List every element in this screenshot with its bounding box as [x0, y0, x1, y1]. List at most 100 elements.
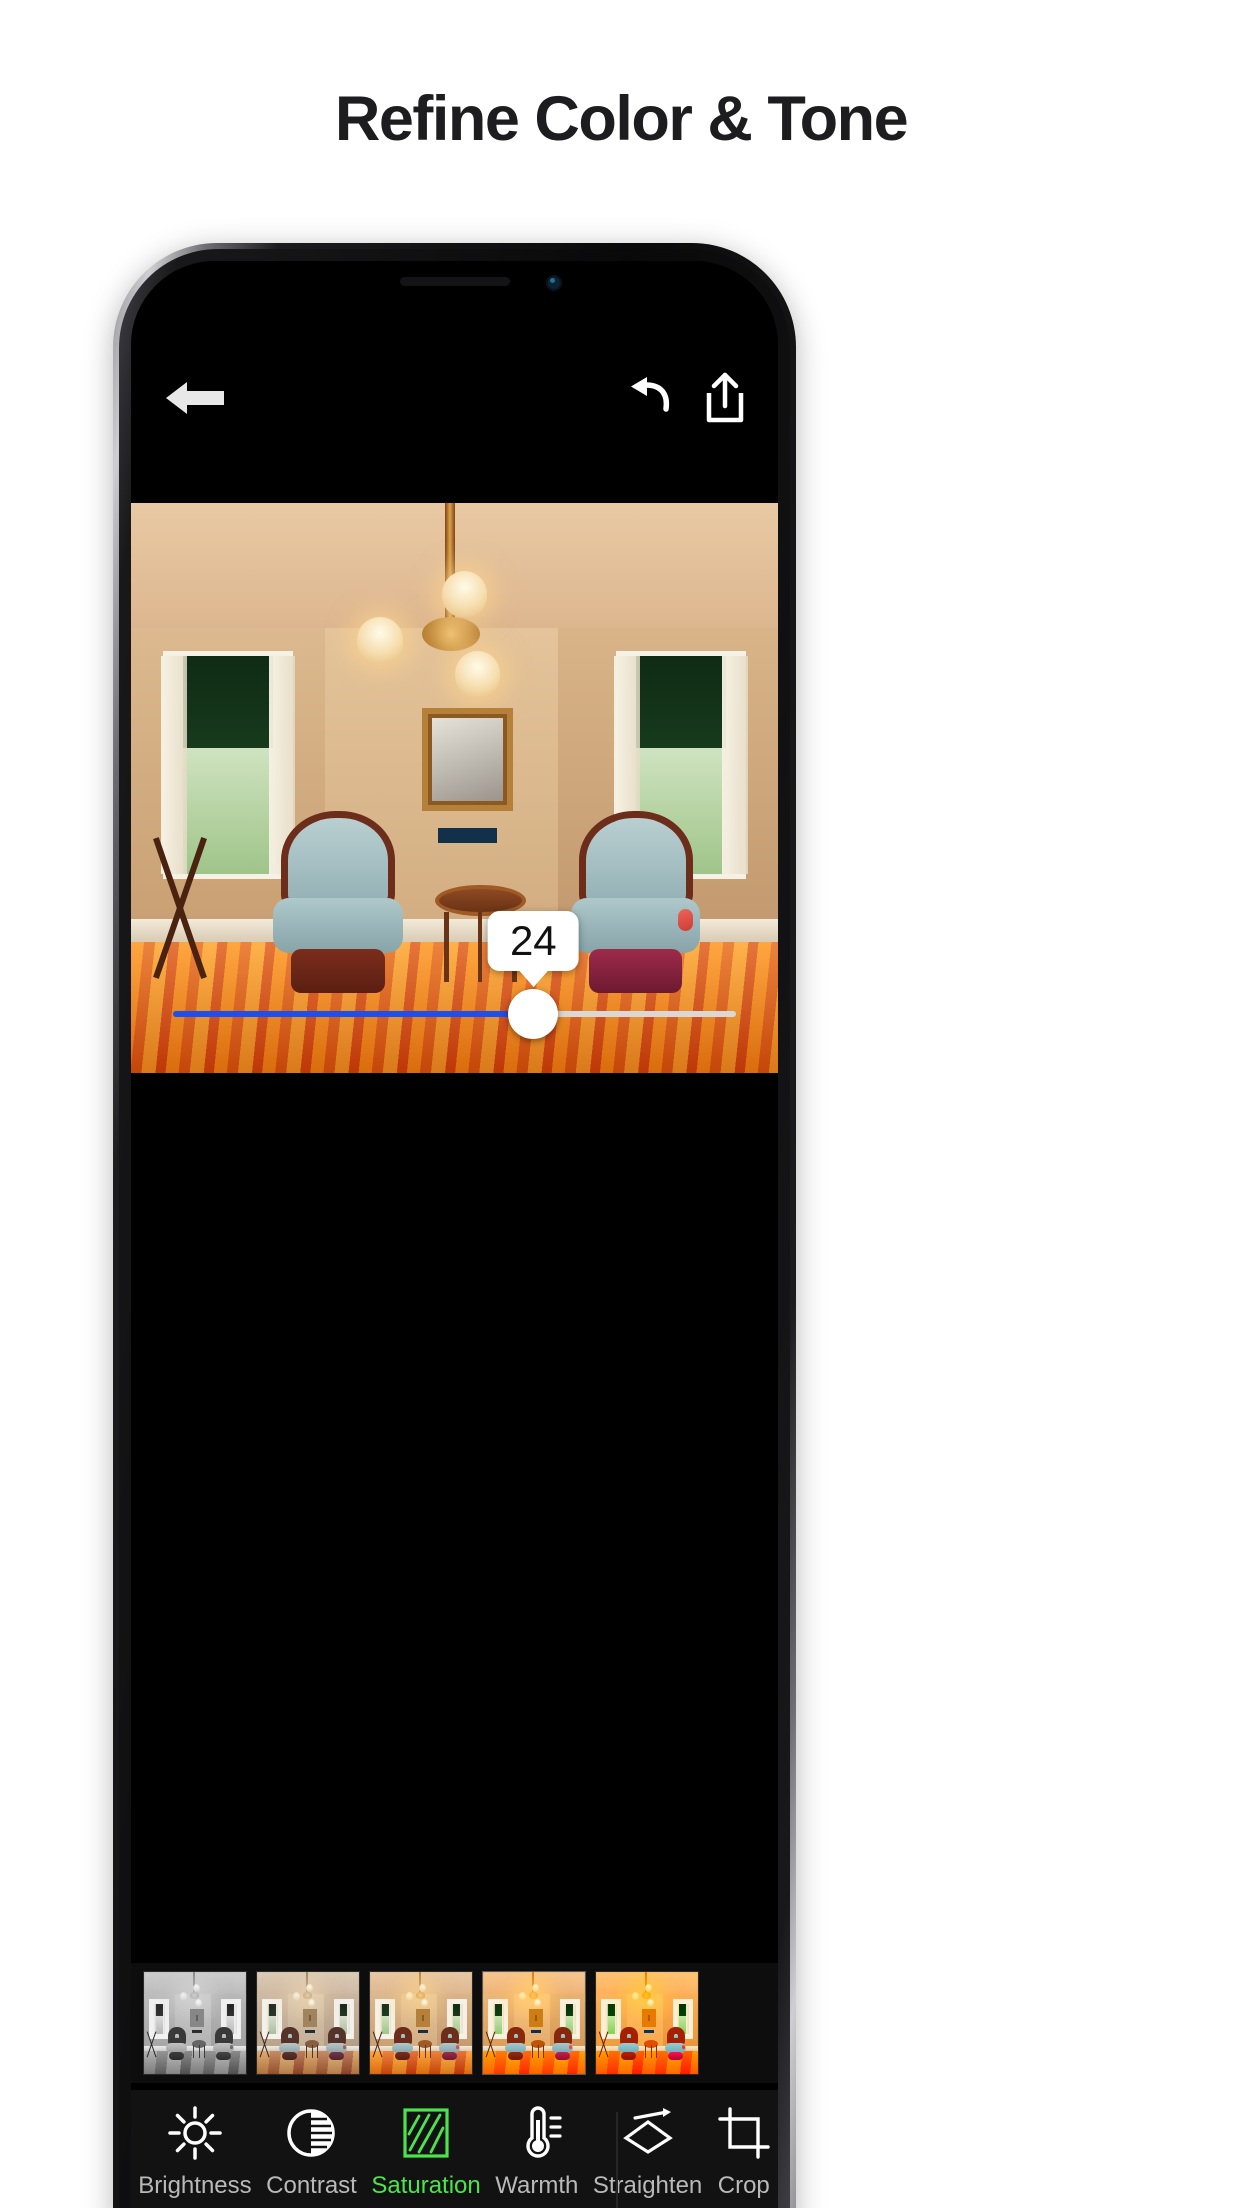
chandelier-bulb [405, 1992, 413, 2001]
folding-side-table [259, 2031, 270, 2058]
toolbar-item-warmth[interactable]: Warmth [488, 2106, 586, 2199]
slider-fill [173, 1011, 534, 1017]
adjustments-toolbar: Brightness Contrast Saturation Warmth St… [131, 2088, 778, 2208]
round-side-table [643, 2040, 659, 2058]
slider-value: 24 [509, 917, 557, 964]
window-shade [182, 656, 274, 748]
toolbar-item-saturation[interactable]: Saturation [364, 2106, 488, 2199]
page-root: Refine Color & Tone 24 Brightness Contra… [0, 0, 1242, 2208]
brightness-icon [168, 2106, 222, 2160]
red-pillow [456, 2044, 459, 2049]
wall-picture-frame [528, 2008, 544, 2028]
red-pillow [682, 2044, 685, 2049]
curtain [347, 2003, 350, 2035]
armchair-left [392, 2027, 413, 2060]
share-button[interactable] [694, 365, 756, 431]
toolbar-divider [616, 2112, 618, 2208]
red-pillow [569, 2044, 572, 2049]
chandelier-hub [641, 1992, 652, 1999]
toolbar-item-label: Warmth [495, 2172, 579, 2199]
red-pillow [678, 909, 693, 932]
armchair-right [439, 2027, 460, 2060]
chandelier-hub [415, 1992, 426, 1999]
toolbar-item-label: Saturation [371, 2172, 481, 2199]
folding-side-table [598, 2031, 609, 2058]
chandelier-hub [189, 1992, 200, 1999]
curtain [686, 2003, 689, 2035]
toolbar-item-brightness[interactable]: Brightness [131, 2106, 259, 2199]
filmstrip-thumbnail[interactable] [369, 1971, 473, 2075]
folding-side-table [485, 2031, 496, 2058]
wall-picture-frame [189, 2008, 205, 2028]
armchair-right [665, 2027, 686, 2060]
chandelier-bulb [292, 1992, 300, 2001]
filmstrip-thumbnail[interactable] [482, 1971, 586, 2075]
curtain [460, 2003, 463, 2035]
contrast-icon [284, 2106, 338, 2160]
chandelier-bulb [308, 1998, 316, 2007]
thermometer-icon [510, 2106, 564, 2160]
phone-frame: 24 Brightness Contrast Saturation Warmth… [113, 243, 796, 2208]
wall-plaque [531, 2030, 541, 2033]
armchair-left [273, 810, 403, 994]
curtain [501, 2003, 505, 2035]
wall-picture-frame [302, 2008, 318, 2028]
share-icon [706, 372, 744, 423]
toolbar-item-crop[interactable]: Crop [710, 2106, 778, 2199]
wall-plaque [192, 2030, 202, 2033]
app-screen: 24 Brightness Contrast Saturation Warmth… [131, 261, 778, 2208]
curtain [605, 2003, 608, 2035]
chandelier-hub [528, 1992, 539, 1999]
filmstrip-thumbnail[interactable] [256, 1971, 360, 2075]
filmstrip-thumbnail[interactable] [143, 1971, 247, 2075]
page-title: Refine Color & Tone [334, 84, 909, 154]
filmstrip-thumbnail[interactable] [595, 1971, 699, 2075]
window-shade [635, 656, 727, 748]
armchair-right [552, 2027, 573, 2060]
toolbar-item-contrast[interactable]: Contrast [259, 2106, 364, 2199]
folding-side-table [144, 834, 215, 982]
arrow-left-icon [166, 382, 224, 414]
edited-photo [131, 503, 778, 1073]
curtain [492, 2003, 495, 2035]
curtain [275, 2003, 279, 2035]
back-button[interactable] [155, 365, 235, 431]
red-pillow [343, 2044, 346, 2049]
wall-plaque [418, 2030, 428, 2033]
round-side-table [191, 2040, 207, 2058]
undo-button[interactable] [616, 367, 678, 429]
toolbar-item-straighten[interactable]: Straighten [586, 2106, 710, 2199]
straighten-icon [621, 2106, 675, 2160]
slider-track [533, 1011, 736, 1017]
red-pillow [230, 2044, 233, 2049]
wall-picture-frame [641, 2008, 657, 2028]
armchair-left [505, 2027, 526, 2060]
armchair-left [618, 2027, 639, 2060]
folding-side-table [146, 2031, 157, 2058]
slider-thumb[interactable] [508, 989, 559, 1039]
earpiece-speaker [399, 277, 510, 286]
chandelier-bulb [179, 1992, 187, 2001]
wall-plaque [305, 2030, 315, 2033]
armchair-left [166, 2027, 187, 2060]
wall-plaque [438, 827, 497, 843]
chandelier-bulb [441, 571, 487, 617]
chandelier-bulb [631, 1992, 639, 2001]
folding-side-table [372, 2031, 383, 2058]
armchair-left [279, 2027, 300, 2060]
saturation-icon [399, 2106, 453, 2160]
saturation-slider[interactable]: 24 [173, 911, 736, 1039]
photo-canvas[interactable]: 24 [131, 503, 778, 1073]
armchair-right [326, 2027, 347, 2060]
toolbar-item-label: Crop [717, 2172, 770, 2199]
chandelier-bulb [647, 1998, 655, 2007]
preview-filmstrip[interactable] [131, 1963, 778, 2083]
undo-icon [631, 377, 670, 412]
round-side-table [304, 2040, 320, 2058]
curtain [266, 2003, 269, 2035]
editor-navbar [131, 353, 778, 443]
screen-bezel: 24 Brightness Contrast Saturation Warmth… [131, 261, 778, 2208]
curtain [162, 2003, 166, 2035]
wall-plaque [644, 2030, 654, 2033]
curtain [153, 2003, 156, 2035]
